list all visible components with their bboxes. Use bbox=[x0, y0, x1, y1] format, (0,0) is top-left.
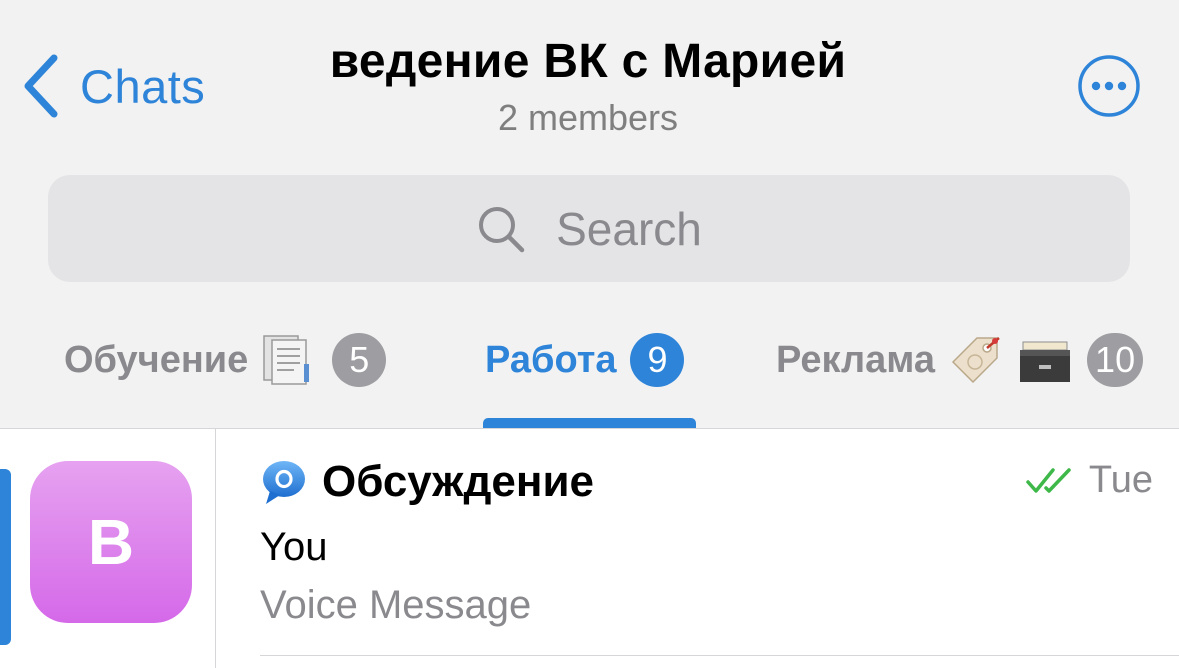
back-button[interactable]: Chats bbox=[20, 50, 205, 122]
tab-label: Работа bbox=[485, 338, 617, 381]
tab-badge: 10 bbox=[1087, 333, 1144, 387]
chat-title: ведение ВК с Марией bbox=[329, 35, 847, 88]
chat-name: Обсуждение bbox=[322, 457, 594, 506]
row-divider bbox=[260, 655, 1179, 656]
more-button[interactable] bbox=[1077, 54, 1141, 118]
search-placeholder: Search bbox=[556, 202, 702, 255]
double-check-icon bbox=[1026, 467, 1071, 493]
chat-header: Chats ведение ВК с Марией 2 members bbox=[0, 0, 1179, 150]
tab-badge: 9 bbox=[630, 333, 685, 387]
folder-tabs: Обучение 5 Работа 9 Реклама 10 bbox=[0, 300, 1179, 428]
avatar[interactable]: B bbox=[30, 461, 192, 623]
speech-bubble-topic-icon bbox=[263, 461, 305, 504]
chat-row[interactable]: Обсуждение Tue You Voice Message bbox=[216, 429, 1179, 668]
chat-subtitle: 2 members bbox=[497, 97, 679, 138]
chat-title-block[interactable]: ведение ВК с Марией 2 members bbox=[200, 32, 976, 140]
label-tag-emoji-icon bbox=[947, 332, 1005, 388]
back-label: Chats bbox=[80, 59, 206, 113]
tab-rabota[interactable]: Работа 9 bbox=[485, 330, 685, 390]
card-file-box-emoji-icon bbox=[1017, 332, 1073, 388]
active-tab-indicator bbox=[483, 418, 696, 428]
chat-preview: Voice Message bbox=[260, 583, 532, 627]
chat-sender: You bbox=[260, 525, 328, 569]
chat-name-line: Обсуждение bbox=[260, 457, 594, 507]
tab-badge: 5 bbox=[332, 333, 387, 387]
avatar-column: B bbox=[0, 429, 216, 668]
more-icon bbox=[1078, 55, 1140, 117]
tab-obuchenie[interactable]: Обучение 5 bbox=[64, 330, 387, 390]
chat-time: Tue bbox=[1088, 459, 1153, 501]
tab-reklama[interactable]: Реклама 10 bbox=[776, 330, 1144, 390]
search-bar[interactable]: Search bbox=[48, 175, 1130, 282]
tab-label: Реклама bbox=[776, 338, 936, 381]
documents-emoji-icon bbox=[260, 332, 318, 388]
chat-list: B Обсуждение Tue You Voice Message bbox=[0, 428, 1179, 668]
tab-label: Обучение bbox=[64, 338, 249, 381]
chat-meta: Tue bbox=[1025, 459, 1153, 502]
selected-row-indicator bbox=[0, 469, 11, 645]
chevron-left-icon bbox=[24, 54, 58, 118]
search-icon bbox=[479, 206, 525, 252]
